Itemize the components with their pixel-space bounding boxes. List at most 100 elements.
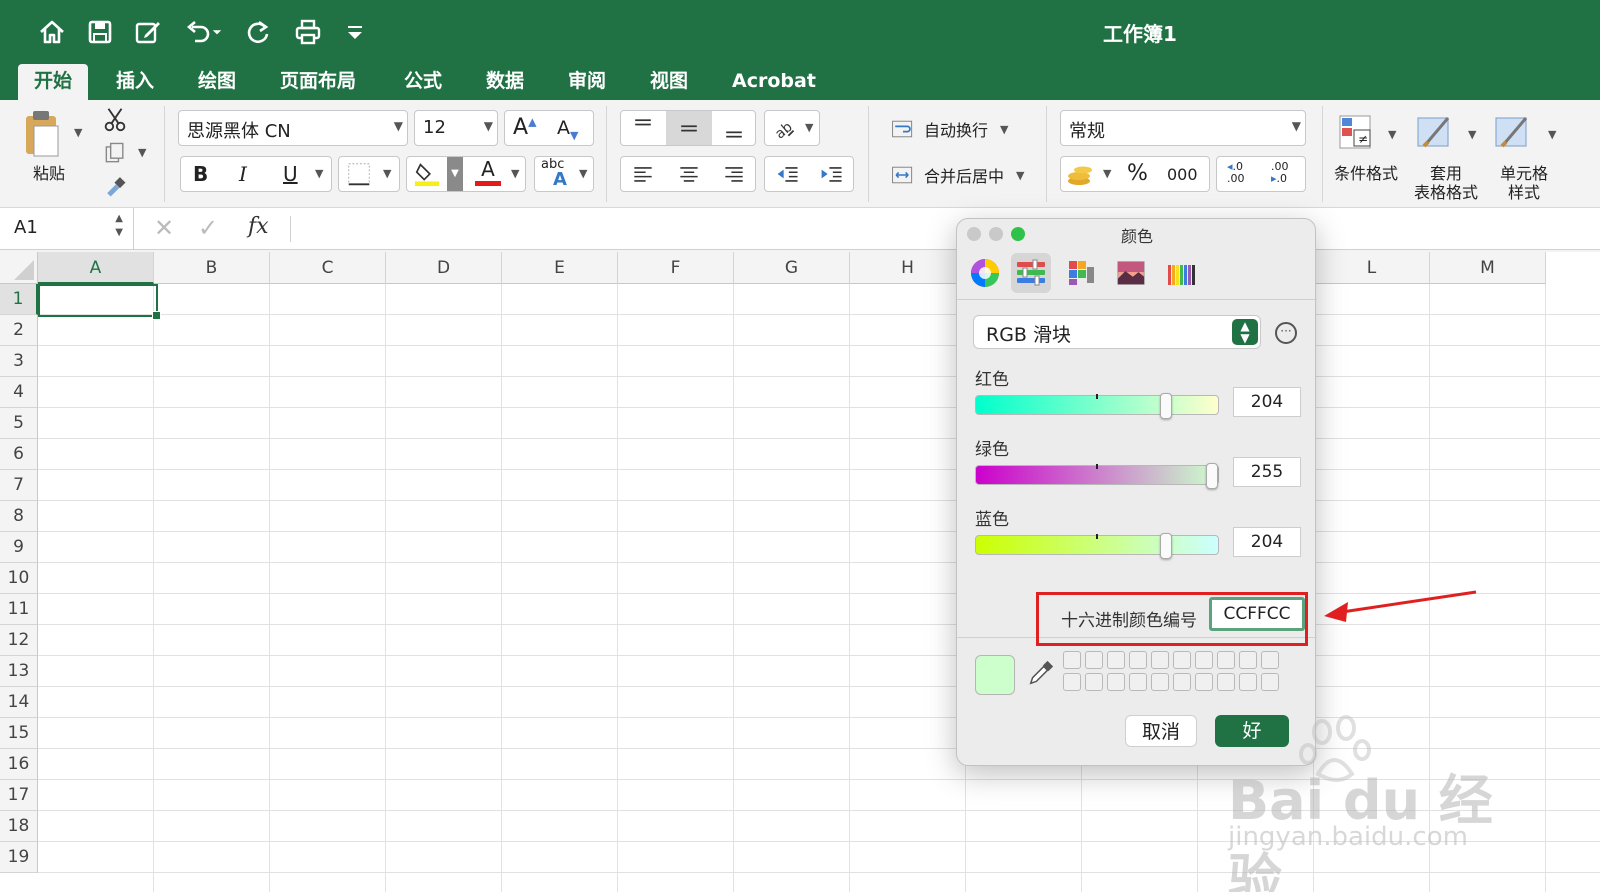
selected-cell[interactable] bbox=[38, 284, 161, 320]
row-header-18[interactable]: 18 bbox=[0, 811, 38, 842]
row-header-19[interactable]: 19 bbox=[0, 842, 38, 873]
copy-dropdown-icon[interactable]: ▼ bbox=[138, 146, 146, 159]
confirm-entry-icon[interactable]: ✓ bbox=[198, 214, 218, 242]
merge-center-button[interactable]: 合并后居中 ▼ bbox=[888, 162, 1024, 188]
tab-review[interactable]: 审阅 bbox=[552, 64, 622, 100]
underline-dropdown-icon[interactable]: ▼ bbox=[315, 167, 323, 180]
color-well[interactable] bbox=[1239, 673, 1257, 691]
row-header-4[interactable]: 4 bbox=[0, 377, 38, 408]
color-well[interactable] bbox=[1195, 673, 1213, 691]
color-well[interactable] bbox=[1261, 651, 1279, 669]
color-well[interactable] bbox=[1129, 651, 1147, 669]
color-well[interactable] bbox=[1107, 651, 1125, 669]
tab-view[interactable]: 视图 bbox=[634, 64, 704, 100]
row-header-11[interactable]: 11 bbox=[0, 594, 38, 625]
select-all-corner[interactable] bbox=[0, 252, 38, 284]
blue-value-field[interactable]: 204 bbox=[1233, 527, 1301, 557]
column-header-f[interactable]: F bbox=[618, 252, 734, 284]
paste-dropdown-icon[interactable]: ▼ bbox=[74, 126, 82, 139]
align-bottom-button[interactable] bbox=[712, 111, 757, 145]
close-window-button[interactable] bbox=[967, 227, 981, 241]
column-header-a[interactable]: A bbox=[38, 252, 154, 284]
wrap-text-button[interactable]: 自动换行 ▼ bbox=[888, 116, 1008, 142]
align-left-button[interactable] bbox=[621, 157, 666, 191]
fill-color-button[interactable] bbox=[413, 159, 443, 189]
row-header-7[interactable]: 7 bbox=[0, 470, 38, 501]
tab-formulas[interactable]: 公式 bbox=[388, 64, 458, 100]
color-well[interactable] bbox=[1063, 673, 1081, 691]
decrease-font-button[interactable]: A▼ bbox=[557, 117, 578, 142]
accounting-dropdown-icon[interactable]: ▼ bbox=[1103, 167, 1111, 180]
color-well[interactable] bbox=[1195, 651, 1213, 669]
conditional-format-button[interactable]: ≠ ▼ 条件格式 bbox=[1334, 108, 1404, 198]
cell-styles-button[interactable]: ▼ 单元格 样式 bbox=[1492, 108, 1562, 204]
increase-decimal-button[interactable]: ◂.0.00 bbox=[1219, 157, 1261, 191]
slider-mode-select[interactable]: RGB 滑块 ▲ ▼ bbox=[973, 315, 1261, 349]
row-header-1[interactable]: 1 bbox=[0, 284, 38, 315]
align-center-button[interactable] bbox=[666, 157, 712, 191]
color-well[interactable] bbox=[1173, 673, 1191, 691]
tab-page-layout[interactable]: 页面布局 bbox=[264, 64, 372, 100]
row-header-9[interactable]: 9 bbox=[0, 532, 38, 563]
name-box-stepper-icon[interactable]: ▲ ▼ bbox=[115, 212, 123, 240]
increase-font-button[interactable]: A▲ bbox=[513, 115, 537, 140]
formula-input[interactable] bbox=[296, 208, 1596, 250]
row-header-3[interactable]: 3 bbox=[0, 346, 38, 377]
decrease-decimal-button[interactable]: .00 ▸.0 bbox=[1263, 157, 1305, 191]
font-name-select[interactable]: 思源黑体 CN ▼ bbox=[178, 110, 408, 146]
blue-slider[interactable] bbox=[975, 533, 1219, 559]
red-slider[interactable] bbox=[975, 393, 1219, 419]
red-value-field[interactable]: 204 bbox=[1233, 387, 1301, 417]
edit-document-icon[interactable] bbox=[130, 14, 166, 50]
color-well[interactable] bbox=[1151, 651, 1169, 669]
row-header-16[interactable]: 16 bbox=[0, 749, 38, 780]
redo-icon[interactable] bbox=[240, 14, 276, 50]
row-header-14[interactable]: 14 bbox=[0, 687, 38, 718]
tab-insert[interactable]: 插入 bbox=[100, 64, 170, 100]
copy-icon[interactable] bbox=[100, 138, 130, 168]
row-header-5[interactable]: 5 bbox=[0, 408, 38, 439]
color-well[interactable] bbox=[1239, 651, 1257, 669]
green-slider-thumb[interactable] bbox=[1206, 463, 1218, 489]
font-color-dropdown-icon[interactable]: ▼ bbox=[511, 167, 519, 180]
borders-button[interactable]: ▼ bbox=[338, 156, 400, 192]
color-well[interactable] bbox=[1085, 673, 1103, 691]
color-well[interactable] bbox=[1107, 673, 1125, 691]
column-header-m[interactable]: M bbox=[1430, 252, 1546, 284]
print-icon[interactable] bbox=[290, 14, 326, 50]
row-header-8[interactable]: 8 bbox=[0, 501, 38, 532]
tab-data[interactable]: 数据 bbox=[470, 64, 540, 100]
row-header-12[interactable]: 12 bbox=[0, 625, 38, 656]
color-well[interactable] bbox=[1217, 651, 1235, 669]
eyedropper-icon[interactable] bbox=[1027, 659, 1057, 689]
row-header-15[interactable]: 15 bbox=[0, 718, 38, 749]
column-header-h[interactable]: H bbox=[850, 252, 966, 284]
save-icon[interactable] bbox=[82, 14, 118, 50]
cut-icon[interactable] bbox=[100, 104, 130, 134]
percent-button[interactable]: % bbox=[1127, 161, 1148, 186]
comma-style-button[interactable]: 000 bbox=[1167, 165, 1198, 184]
decrease-indent-button[interactable] bbox=[767, 157, 809, 191]
tab-home[interactable]: 开始 bbox=[18, 64, 89, 100]
zoom-window-button[interactable] bbox=[1011, 227, 1025, 241]
number-format-select[interactable]: 常规 ▼ bbox=[1060, 110, 1306, 146]
home-icon[interactable] bbox=[34, 14, 70, 50]
font-color-button[interactable]: A bbox=[473, 157, 503, 191]
column-header-l[interactable]: L bbox=[1314, 252, 1430, 284]
green-value-field[interactable]: 255 bbox=[1233, 457, 1301, 487]
red-slider-thumb[interactable] bbox=[1160, 393, 1172, 419]
accounting-format-button[interactable] bbox=[1065, 159, 1097, 189]
more-options-icon[interactable]: ··· bbox=[1275, 322, 1297, 344]
row-header-10[interactable]: 10 bbox=[0, 563, 38, 594]
customize-toolbar-icon[interactable] bbox=[340, 14, 370, 50]
image-palettes-tab[interactable] bbox=[1111, 253, 1151, 293]
format-as-table-button[interactable]: ▼ 套用 表格格式 bbox=[1412, 108, 1484, 204]
row-header-17[interactable]: 17 bbox=[0, 780, 38, 811]
color-well[interactable] bbox=[1129, 673, 1147, 691]
color-wheel-tab[interactable] bbox=[965, 253, 1005, 293]
minimize-window-button[interactable] bbox=[989, 227, 1003, 241]
column-header-e[interactable]: E bbox=[502, 252, 618, 284]
current-color-swatch[interactable] bbox=[975, 655, 1015, 695]
orientation-button[interactable]: ab ▼ bbox=[764, 110, 820, 146]
column-header-g[interactable]: G bbox=[734, 252, 850, 284]
